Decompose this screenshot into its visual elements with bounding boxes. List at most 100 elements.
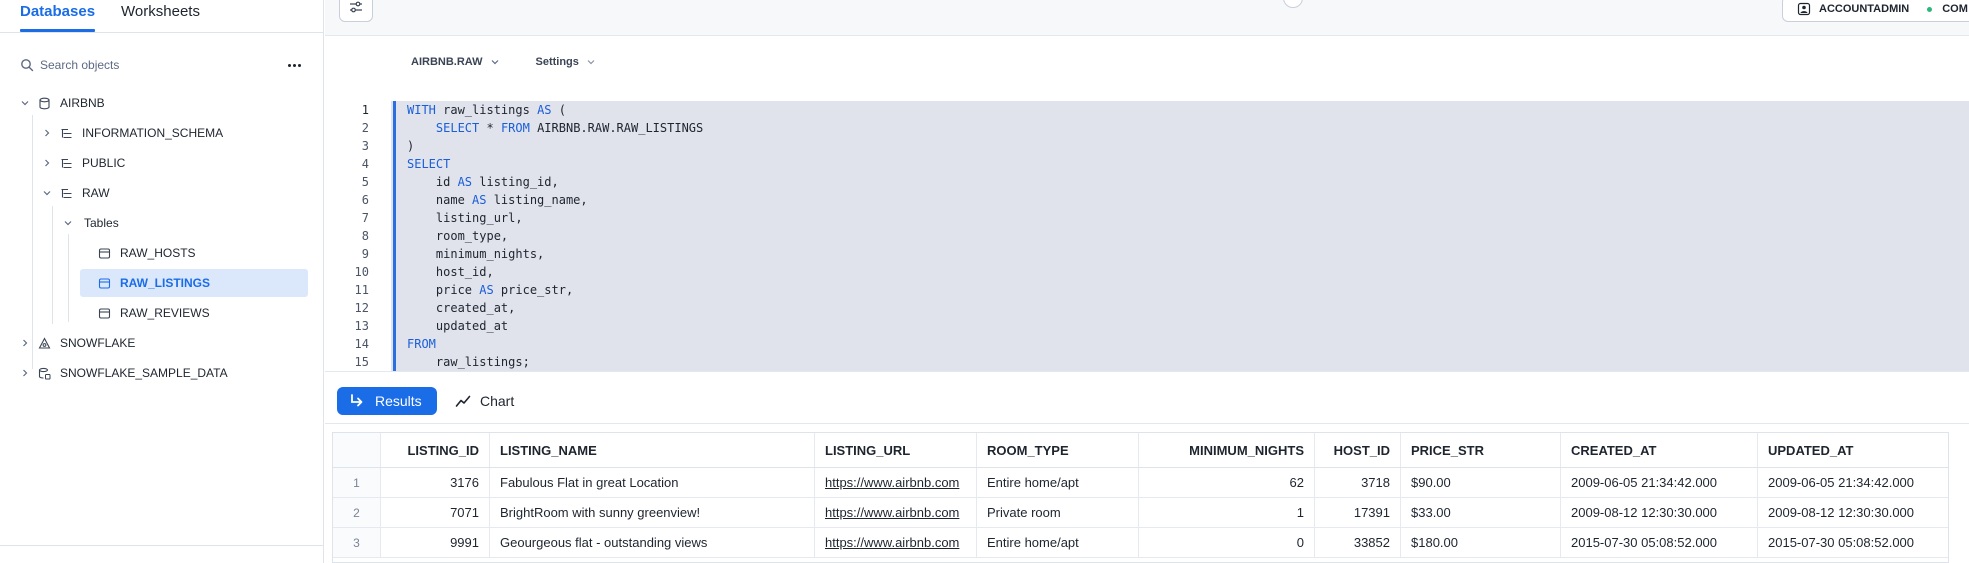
tree-item-label: SNOWFLAKE_SAMPLE_DATA [60, 366, 228, 380]
column-header-minimum-nights[interactable]: MINIMUM_NIGHTS [1139, 433, 1315, 467]
tree-item-raw-hosts[interactable]: RAW_HOSTS [80, 239, 308, 267]
tree-item-snowflake-sample-data[interactable]: SNOWFLAKE_SAMPLE_DATA [20, 359, 310, 387]
cell-listing-url[interactable]: https://www.airbnb.com [815, 468, 977, 497]
panel-toggle-icon[interactable] [1283, 0, 1303, 8]
search-input[interactable] [40, 58, 270, 72]
role-name: ACCOUNTADMIN [1819, 3, 1910, 15]
context-bar: AIRBNB.RAW Settings [411, 56, 596, 68]
schema-icon [61, 128, 72, 138]
tree-item-tables-folder[interactable]: Tables [63, 209, 310, 237]
code-token: price_str, [493, 283, 574, 297]
code-line: price AS price_str, [407, 281, 573, 299]
column-header-updated-at[interactable]: UPDATED_AT [1758, 433, 1948, 467]
tree-item-snowflake[interactable]: SNOWFLAKE [20, 329, 310, 357]
line-chart-icon [455, 395, 471, 407]
tab-databases[interactable]: Databases [20, 0, 96, 32]
role-warehouse-selector[interactable]: ACCOUNTADMIN COM [1782, 0, 1969, 22]
database-schema-selector[interactable]: AIRBNB.RAW [411, 56, 500, 68]
sidebar-footer-divider [0, 545, 323, 546]
line-number: 15 [354, 355, 369, 369]
database-icon [39, 97, 50, 109]
column-header-created-at[interactable]: CREATED_AT [1561, 433, 1758, 467]
tree-item-airbnb[interactable]: AIRBNB [20, 89, 310, 117]
tree-item-information-schema[interactable]: INFORMATION_SCHEMA [42, 119, 310, 147]
tab-worksheets[interactable]: Worksheets [121, 0, 200, 32]
code-line: room_type, [407, 227, 508, 245]
code-line: id AS listing_id, [407, 173, 559, 191]
column-header-price-str[interactable]: PRICE_STR [1401, 433, 1561, 467]
code-line: ) [407, 137, 414, 155]
code-token: minimum_nights, [407, 247, 545, 261]
cell-room-type: Entire home/apt [977, 528, 1139, 557]
code-line: SELECT * FROM AIRBNB.RAW.RAW_LISTINGS [407, 119, 703, 137]
shared-db-icon [38, 367, 51, 379]
cell-listing-url[interactable]: https://www.airbnb.com [815, 498, 977, 527]
cell-updated-at: 2009-08-12 12:30:30.000 [1758, 498, 1948, 527]
cell-created-at: 2009-06-05 21:34:42.000 [1561, 468, 1758, 497]
sidebar-divider [0, 32, 323, 33]
cell-updated-at: 2015-07-30 05:08:52.000 [1758, 528, 1948, 557]
shared-db-icon [38, 336, 51, 349]
chart-tab-button[interactable]: Chart [455, 387, 514, 415]
line-number: 1 [361, 103, 369, 117]
tree-item-public[interactable]: PUBLIC [42, 149, 310, 177]
chevron-down-icon [21, 101, 29, 106]
tree-guide-line [68, 234, 69, 322]
sql-keyword: AS [479, 283, 494, 297]
line-number: 8 [361, 229, 369, 243]
code-token: room_type, [407, 229, 509, 243]
tree-guide-line [52, 206, 53, 324]
tree-item-label: RAW_REVIEWS [120, 306, 210, 320]
column-header-listing-url[interactable]: LISTING_URL [815, 433, 977, 467]
code-token: created_at, [407, 301, 516, 315]
results-tab-button[interactable]: Results [337, 387, 437, 415]
sql-keyword: SELECT [435, 121, 480, 135]
line-number: 3 [361, 139, 369, 153]
table-row[interactable]: 1 3176 Fabulous Flat in great Location http… [333, 468, 1948, 498]
tree-item-raw-reviews[interactable]: RAW_REVIEWS [80, 299, 308, 327]
chevron-right-icon [23, 369, 28, 377]
tree-item-label: RAW [82, 186, 110, 200]
code-line: host_id, [407, 263, 494, 281]
column-header-listing-id[interactable]: LISTING_ID [381, 433, 490, 467]
object-explorer-sidebar: Databases Worksheets AIRBNB INFORMATION_… [0, 0, 324, 563]
code-token: * [479, 121, 501, 135]
code-token: raw_listings [435, 103, 538, 117]
results-label: Results [375, 393, 422, 409]
results-arrow-icon [351, 394, 363, 407]
sql-keyword: AS [457, 175, 473, 189]
results-grid[interactable]: LISTING_ID LISTING_NAME LISTING_URL ROOM_TY… [332, 432, 1949, 563]
cell-created-at: 2015-07-30 05:08:52.000 [1561, 528, 1758, 557]
chevron-right-icon [45, 129, 50, 137]
table-row[interactable]: 3 9991 Geourgeous flat - outstanding views… [333, 528, 1948, 558]
cell-price-str: $33.00 [1401, 498, 1561, 527]
more-options-icon[interactable] [285, 58, 303, 72]
code-line: minimum_nights, [407, 245, 544, 263]
settings-dropdown[interactable]: Settings [536, 56, 596, 68]
column-header-room-type[interactable]: ROOM_TYPE [977, 433, 1139, 467]
line-number: 12 [354, 301, 369, 315]
table-row[interactable]: 2 7071 BrightRoom with sunny greenview! htt… [333, 498, 1948, 528]
column-header-host-id[interactable]: HOST_ID [1315, 433, 1401, 467]
row-index: 3 [333, 528, 381, 557]
search-box[interactable] [20, 54, 300, 76]
cell-price-str: $180.00 [1401, 528, 1561, 557]
sql-editor[interactable]: 1 WITH raw_listings AS (2 SELECT * FROM A… [325, 95, 1969, 371]
cell-updated-at: 2009-06-05 21:34:42.000 [1758, 468, 1948, 497]
code-token: raw_listings; [407, 355, 530, 369]
code-line: WITH raw_listings AS ( [407, 101, 566, 119]
tree-item-raw[interactable]: RAW [42, 179, 310, 207]
filter-settings-button[interactable] [339, 0, 373, 22]
settings-label: Settings [535, 56, 579, 68]
warehouse-name: COM [1942, 3, 1968, 15]
row-index: 1 [333, 468, 381, 497]
search-icon [21, 59, 34, 72]
tree-item-label: INFORMATION_SCHEMA [82, 126, 224, 140]
cell-room-type: Private room [977, 498, 1139, 527]
cell-listing-url[interactable]: https://www.airbnb.com [815, 528, 977, 557]
tree-item-raw-listings[interactable]: RAW_LISTINGS [80, 269, 308, 297]
line-number: 4 [361, 157, 369, 171]
column-header-listing-name[interactable]: LISTING_NAME [490, 433, 815, 467]
line-number: 9 [361, 247, 369, 261]
cell-host-id: 3718 [1315, 468, 1401, 497]
